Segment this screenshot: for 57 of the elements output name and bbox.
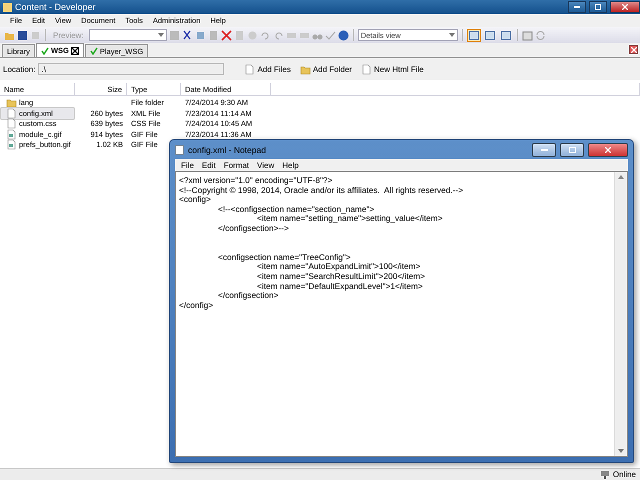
- image-file-icon: [6, 139, 17, 150]
- status-text: Online: [612, 470, 636, 479]
- menu-item[interactable]: Edit: [198, 160, 220, 170]
- image-file-icon: [6, 128, 17, 140]
- window-title: Content - Developer: [15, 2, 97, 12]
- add-folder-icon: [300, 64, 311, 74]
- rows-view-icon-button[interactable]: [482, 28, 497, 42]
- save-icon: [17, 30, 28, 40]
- redo-icon: [272, 30, 284, 40]
- delete-icon: [220, 30, 232, 40]
- toolbar-action[interactable]: New Html File: [358, 64, 427, 74]
- app-icon: [3, 2, 12, 12]
- document-icon: [6, 118, 17, 130]
- toolbar-action[interactable]: Add Files: [241, 64, 294, 74]
- scrollbar[interactable]: [614, 172, 627, 456]
- menu-item[interactable]: File: [177, 160, 198, 170]
- close-pane-button[interactable]: [629, 45, 638, 54]
- caret-icon: [618, 449, 624, 453]
- refresh-icon: [534, 30, 546, 40]
- columns-view-icon-button[interactable]: [498, 28, 513, 42]
- close-button[interactable]: [610, 1, 640, 13]
- check-icon: [90, 47, 98, 55]
- close-icon: [72, 48, 78, 54]
- scissors-icon: [182, 30, 193, 40]
- html-file-icon: [360, 64, 372, 74]
- scroll-up-icon[interactable]: [618, 175, 624, 179]
- menu-item[interactable]: View: [253, 160, 278, 170]
- minimize-button[interactable]: [532, 142, 556, 156]
- toolbar-action[interactable]: Add Folder: [296, 64, 355, 74]
- minimize-button[interactable]: [568, 1, 586, 13]
- menu-item[interactable]: Help: [278, 160, 303, 170]
- minimize-icon: [540, 148, 548, 150]
- tab-close-icon[interactable]: [70, 46, 79, 54]
- preview-label: Preview:: [52, 30, 85, 40]
- caret-icon: [158, 33, 164, 37]
- page-icon: [234, 30, 245, 40]
- undo-icon: [260, 30, 271, 40]
- location-field[interactable]: .\: [38, 63, 224, 75]
- menu-item[interactable]: Format: [220, 160, 254, 170]
- maximize-button[interactable]: [560, 142, 584, 156]
- restore-icon: [595, 4, 601, 10]
- close-button[interactable]: [588, 142, 628, 156]
- network-icon: [600, 470, 610, 479]
- add-file-icon: [244, 64, 256, 74]
- close-icon: [605, 146, 611, 152]
- check-icon: [40, 46, 49, 54]
- notepad-icon: [175, 144, 184, 154]
- minimize-icon: [574, 6, 580, 8]
- notepad-title: config.xml - Notepad: [188, 144, 267, 154]
- list-view-icon-button[interactable]: [466, 28, 481, 42]
- document-icon: [6, 108, 17, 119]
- maximize-icon: [568, 146, 576, 152]
- restore-button[interactable]: [589, 1, 607, 13]
- location-label: Location:: [3, 64, 36, 74]
- close-icon: [630, 46, 636, 52]
- close-icon: [622, 4, 628, 10]
- caret-icon: [448, 33, 455, 37]
